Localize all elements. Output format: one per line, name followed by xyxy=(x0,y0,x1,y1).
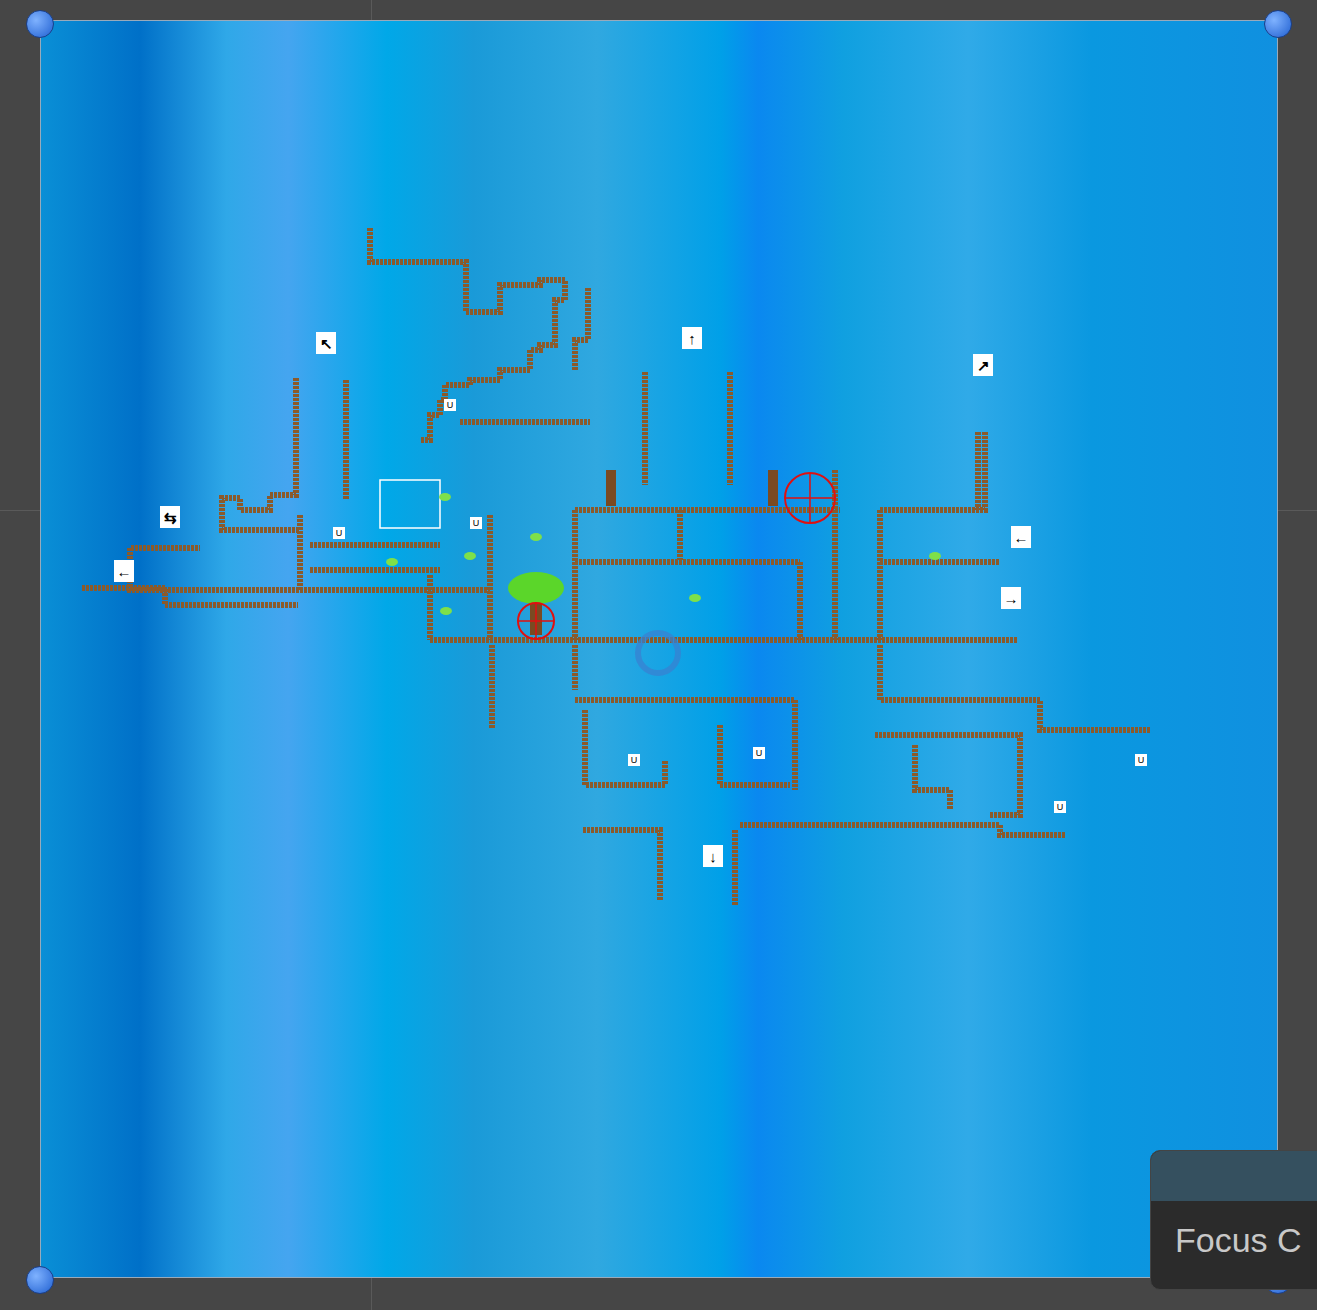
corner-handle[interactable] xyxy=(26,10,54,38)
scene-view[interactable]: ↖ ↑ ↗ ← → ↓ ← ⇆ U U U U U U U Focus C xyxy=(0,0,1317,1310)
tooltip-header xyxy=(1151,1151,1317,1201)
arrow-sign[interactable]: ← xyxy=(1011,526,1031,548)
arrow-sign[interactable]: ↑ xyxy=(682,327,702,349)
arrow-sign[interactable]: ↗ xyxy=(973,354,993,376)
marker[interactable]: U xyxy=(333,527,345,539)
arrow-sign[interactable]: ↖ xyxy=(316,332,336,354)
marker[interactable]: U xyxy=(1054,801,1066,813)
tooltip-text: Focus C xyxy=(1151,1201,1317,1257)
background-sprite[interactable] xyxy=(40,20,1278,1278)
corner-handle[interactable] xyxy=(1264,10,1292,38)
marker[interactable]: U xyxy=(628,754,640,766)
marker[interactable]: U xyxy=(753,747,765,759)
marker[interactable]: U xyxy=(444,399,456,411)
arrow-sign[interactable]: → xyxy=(1001,587,1021,609)
tooltip: Focus C xyxy=(1150,1150,1317,1290)
marker[interactable]: U xyxy=(1135,754,1147,766)
arrow-sign[interactable]: ⇆ xyxy=(160,506,180,528)
arrow-sign[interactable]: ↓ xyxy=(703,845,723,867)
corner-handle[interactable] xyxy=(26,1266,54,1294)
arrow-sign[interactable]: ← xyxy=(114,560,134,582)
level-map xyxy=(0,0,1317,1310)
marker[interactable]: U xyxy=(470,517,482,529)
